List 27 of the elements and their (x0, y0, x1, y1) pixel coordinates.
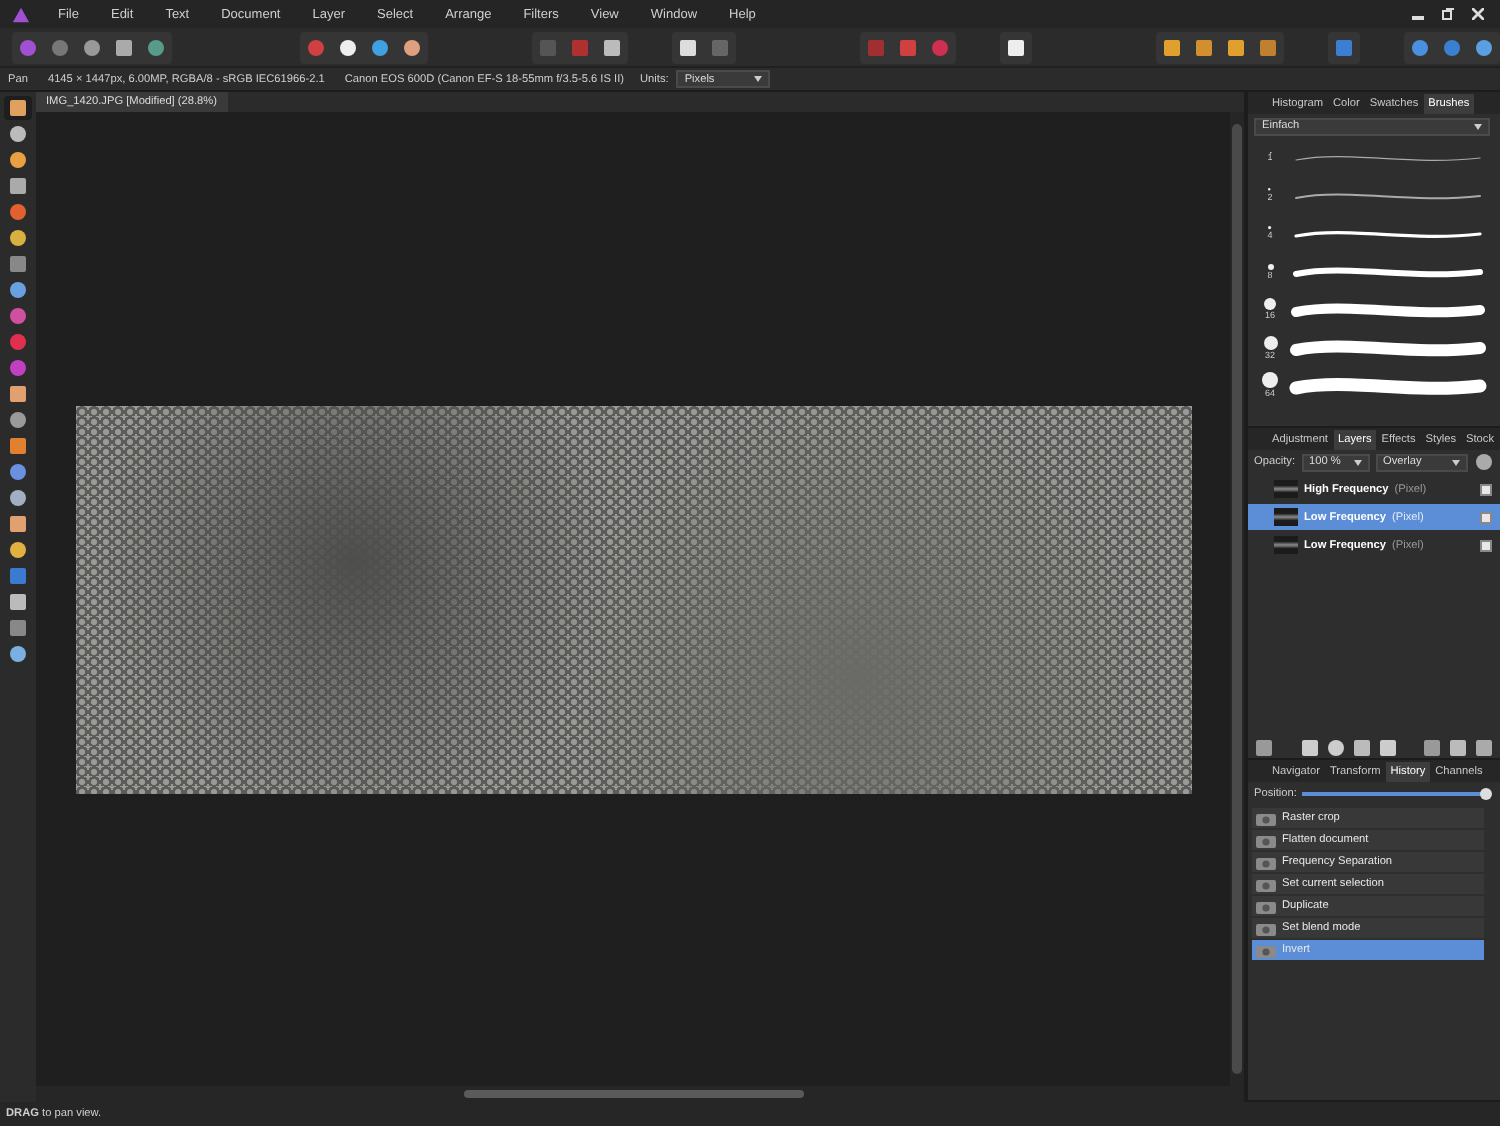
camera-icon (1256, 943, 1276, 957)
brush-tip-icon (1262, 372, 1278, 388)
camera-icon (1256, 811, 1276, 825)
square-icon[interactable] (8, 566, 28, 586)
camera-icon (1256, 877, 1276, 891)
restore-icon[interactable] (1442, 8, 1454, 20)
camera-icon (1256, 921, 1276, 935)
close-icon[interactable] (1472, 8, 1484, 20)
vertical-scrollbar[interactable] (1230, 112, 1244, 1086)
visibility-checkbox[interactable] (1480, 511, 1492, 523)
visibility-checkbox[interactable] (1480, 483, 1492, 495)
brush-tip-icon (1267, 263, 1273, 269)
horizontal-scrollbar[interactable] (36, 1086, 1244, 1102)
camera-icon (1256, 833, 1276, 847)
brush-tip-icon (1263, 335, 1277, 349)
layer-thumbnail (1274, 536, 1298, 554)
brush-tip-icon (1264, 298, 1276, 310)
square-icon[interactable] (602, 37, 622, 57)
camera-icon (1256, 899, 1276, 913)
layer-thumbnail (1274, 480, 1298, 498)
brush-stroke[interactable] (1288, 335, 1488, 359)
square-icon[interactable] (1254, 738, 1274, 758)
layer-thumbnail (1274, 508, 1298, 526)
visibility-checkbox[interactable] (1480, 539, 1492, 551)
slider-thumb[interactable] (1480, 788, 1492, 800)
brush-stroke[interactable] (1288, 373, 1488, 397)
camera-icon (1256, 855, 1276, 869)
